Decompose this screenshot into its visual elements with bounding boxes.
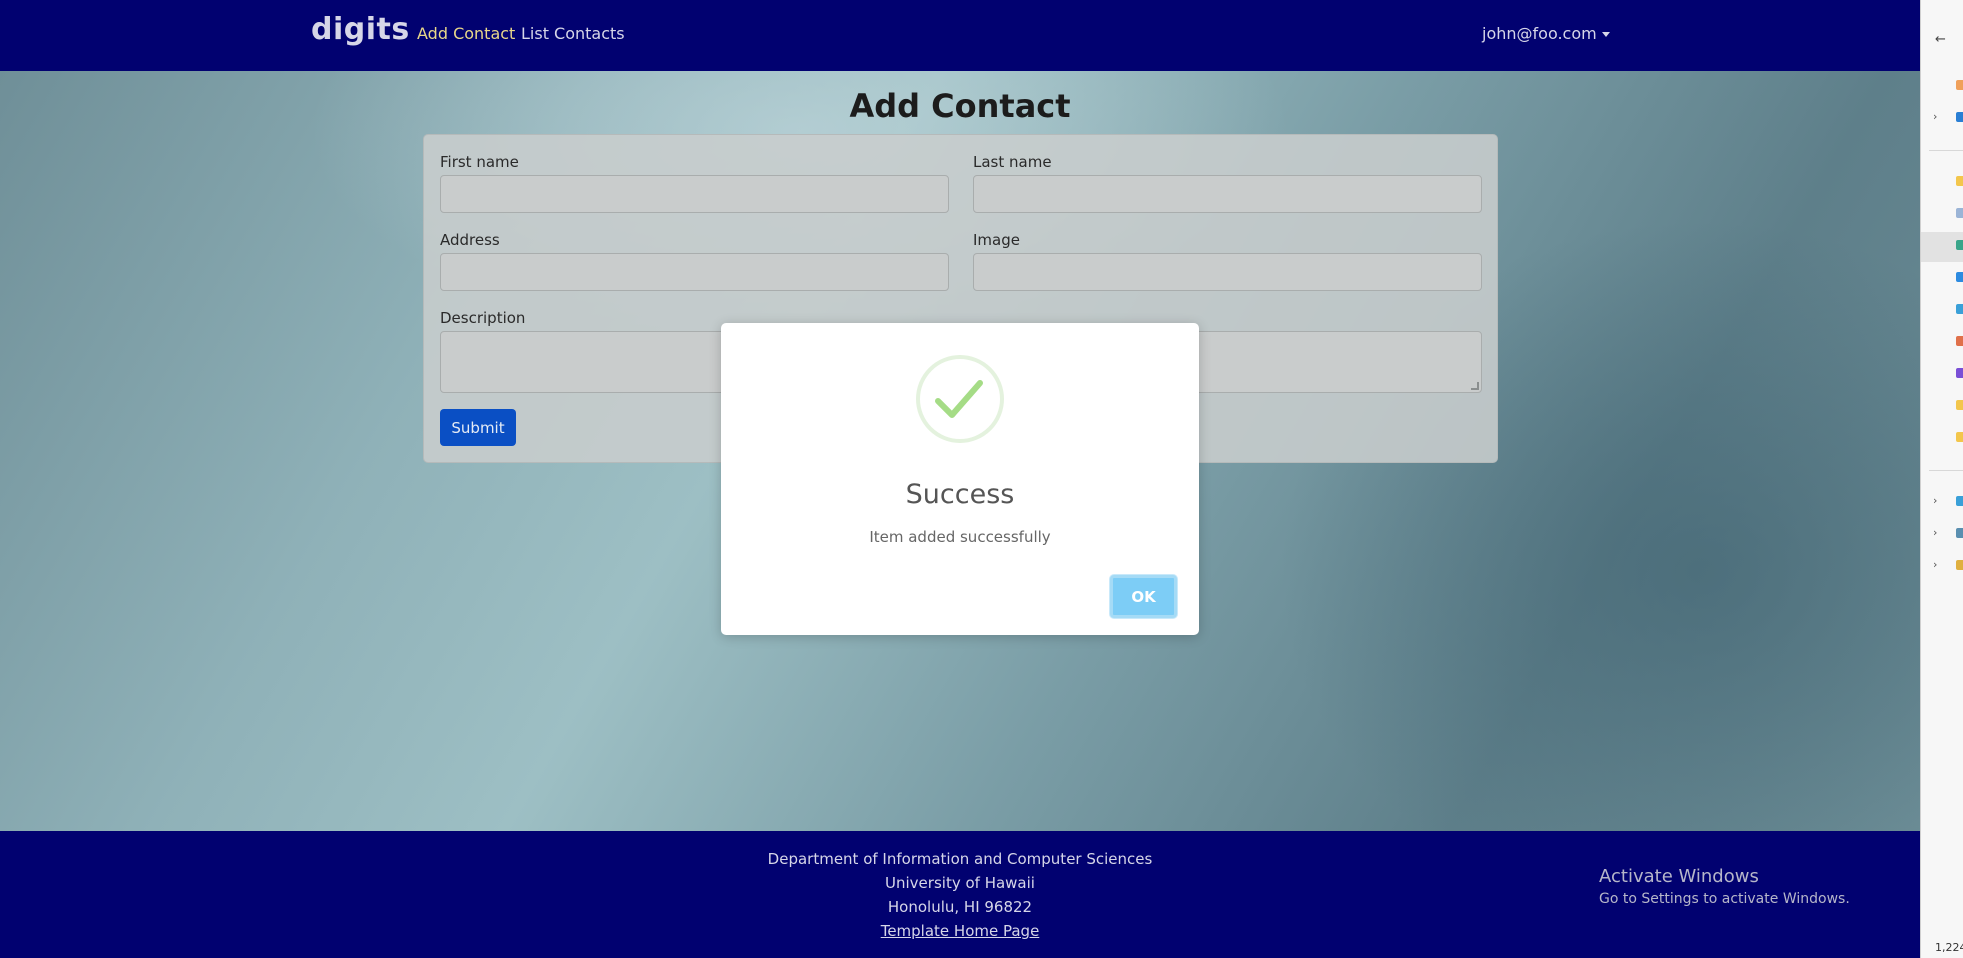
app-window: digits Add Contact List Contacts john@fo… xyxy=(0,0,1920,958)
pictures-icon[interactable] xyxy=(1956,272,1963,282)
music-icon[interactable] xyxy=(1956,336,1963,346)
desktop-icon[interactable] xyxy=(1956,304,1963,314)
check-icon xyxy=(935,380,983,418)
modal-backdrop: Success Item added successfully OK xyxy=(0,0,1920,958)
folder-icon[interactable] xyxy=(1956,432,1963,442)
separator xyxy=(1929,470,1963,471)
item-count: 1,224 xyxy=(1935,941,1963,954)
network-icon[interactable] xyxy=(1956,528,1963,538)
folder-icon[interactable] xyxy=(1956,176,1963,186)
separator xyxy=(1929,150,1963,151)
folder-icon[interactable] xyxy=(1956,400,1963,410)
chevron-right-icon[interactable]: › xyxy=(1933,110,1937,123)
document-icon[interactable] xyxy=(1956,208,1963,218)
home-icon[interactable] xyxy=(1956,80,1963,90)
videos-icon[interactable] xyxy=(1956,368,1963,378)
this-pc-icon[interactable] xyxy=(1956,496,1963,506)
back-arrow-icon[interactable]: ← xyxy=(1935,32,1946,47)
success-dialog: Success Item added successfully OK xyxy=(721,323,1199,635)
dialog-message: Item added successfully xyxy=(869,528,1051,546)
ok-button[interactable]: OK xyxy=(1110,575,1177,618)
chevron-right-icon[interactable]: › xyxy=(1933,526,1937,539)
chevron-right-icon[interactable]: › xyxy=(1933,558,1937,571)
download-icon[interactable] xyxy=(1956,240,1963,250)
dialog-title: Success xyxy=(905,479,1015,510)
cloud-icon[interactable] xyxy=(1956,112,1963,122)
explorer-side-panel: ← › › › › 1,224 xyxy=(1920,0,1963,958)
linux-icon[interactable] xyxy=(1956,560,1963,570)
chevron-right-icon[interactable]: › xyxy=(1933,494,1937,507)
success-icon-ring xyxy=(916,355,1004,443)
